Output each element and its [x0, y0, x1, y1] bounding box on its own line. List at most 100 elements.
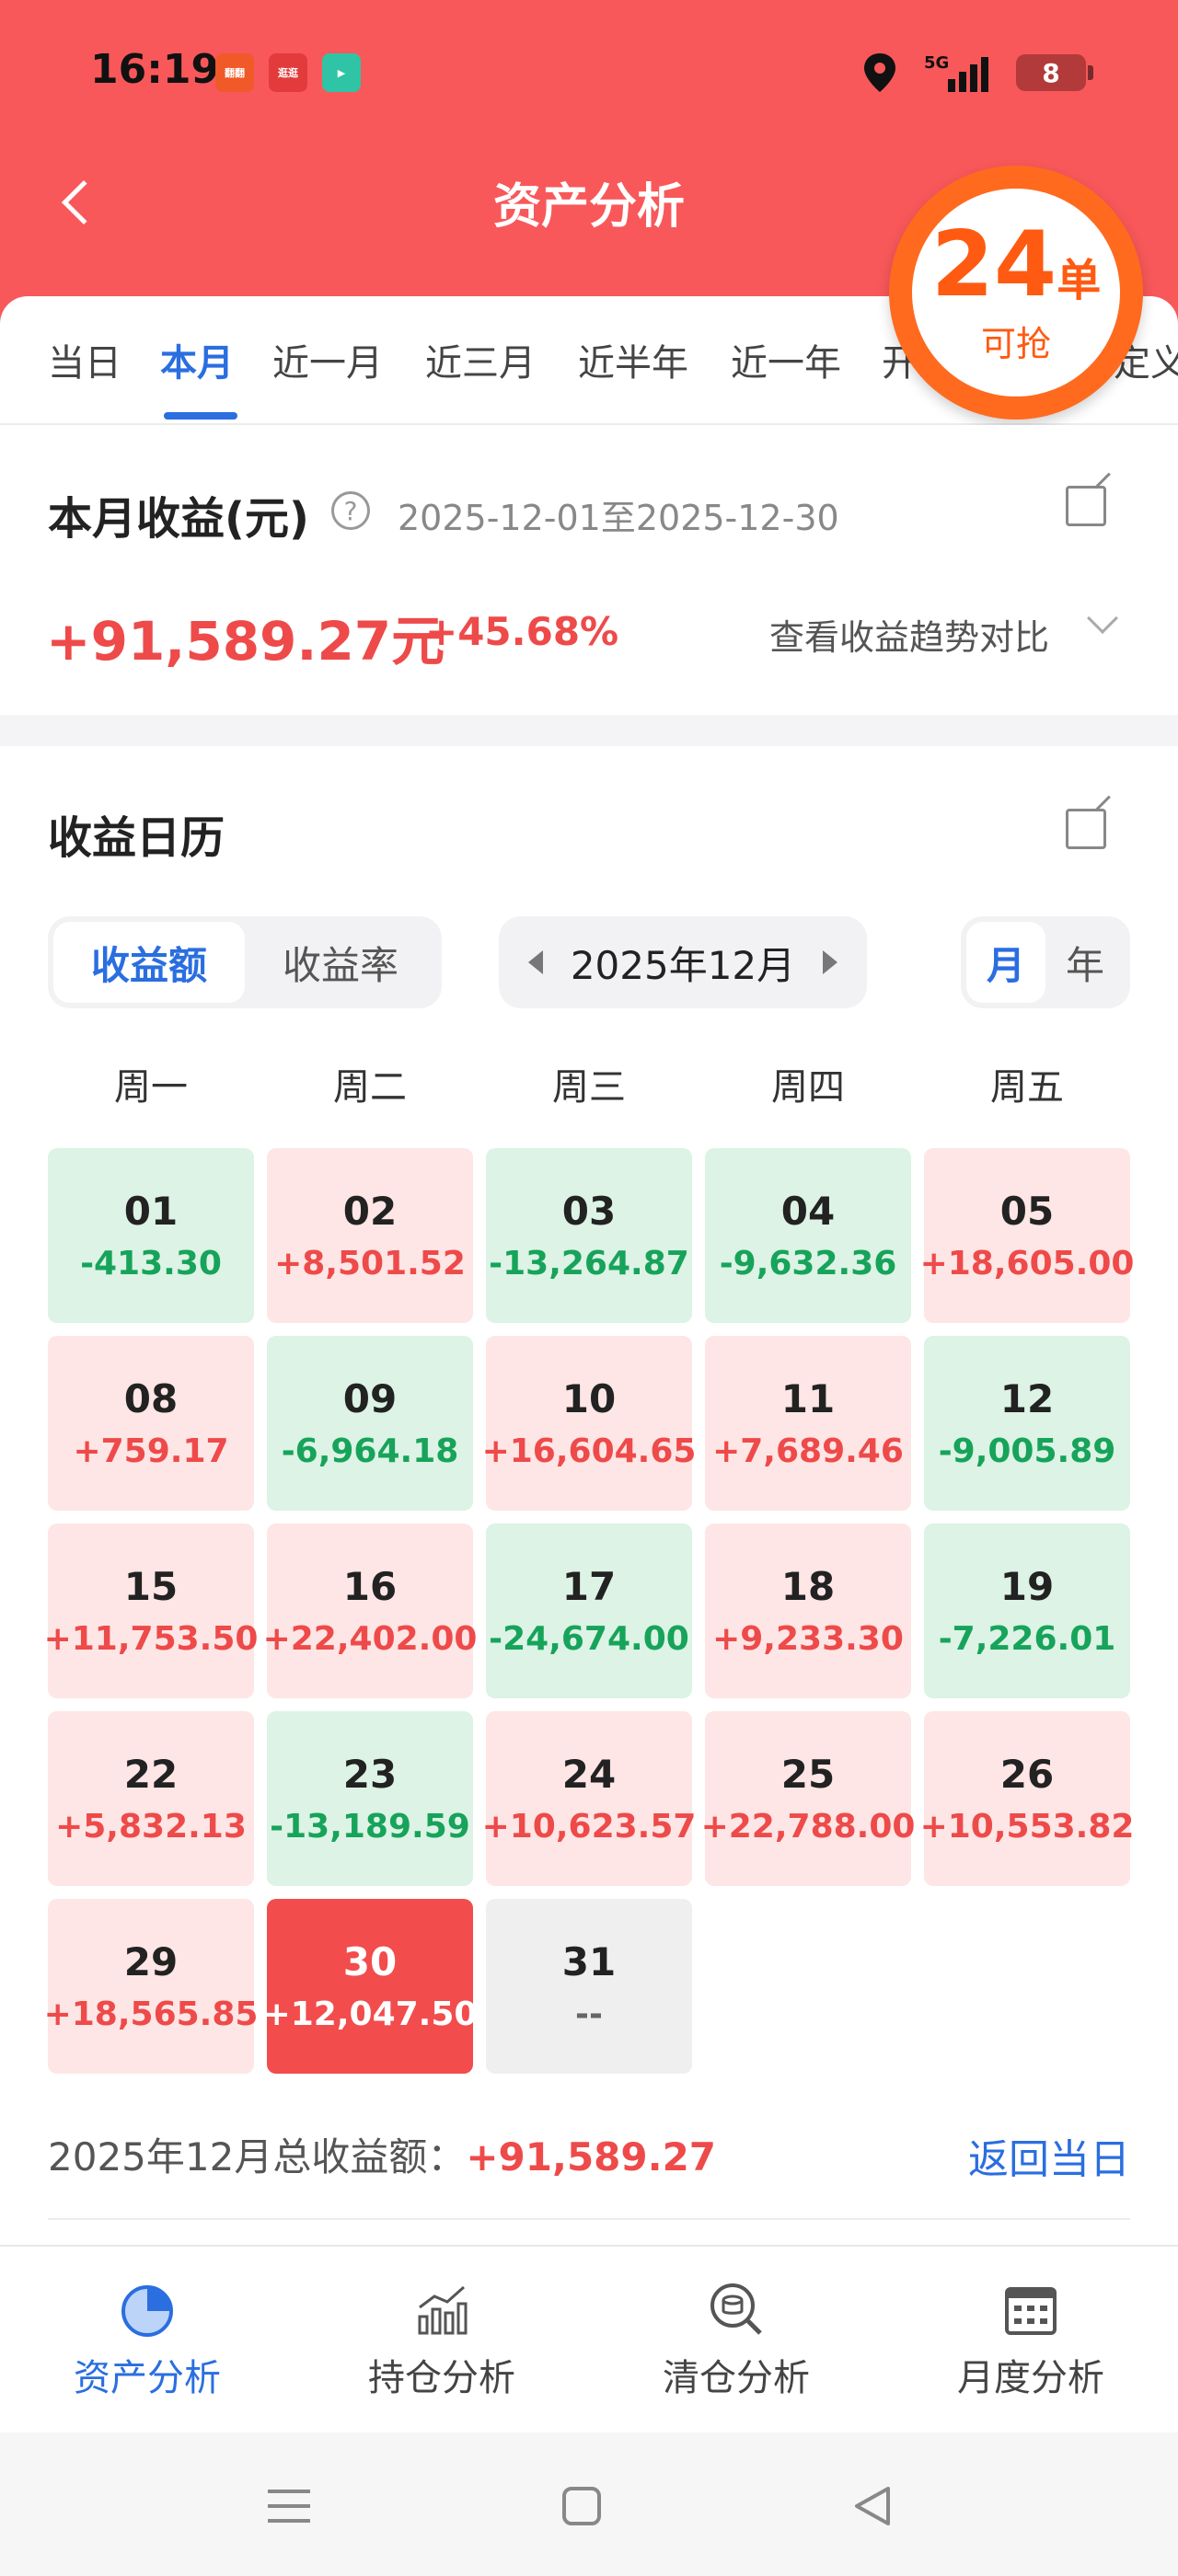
calendar-day-number: 23 — [342, 1752, 398, 1797]
period-toggle-option[interactable]: 年 — [1045, 922, 1125, 1003]
section-divider — [0, 715, 1178, 746]
calendar-day-number: 11 — [780, 1376, 836, 1421]
promo-label: 可抢 — [980, 323, 1051, 364]
calendar-icon — [1001, 2280, 1060, 2339]
calendar-day-value: -9,632.36 — [719, 1245, 897, 1282]
weekday-header: 周五 — [990, 1066, 1064, 1109]
calendar-day-value: +8,501.52 — [274, 1245, 466, 1282]
status-time: 16:19 — [90, 46, 220, 93]
promo-badge[interactable]: 24单 可抢 — [889, 166, 1143, 420]
calendar-day-cell[interactable]: 17 -24,674.00 — [486, 1524, 692, 1698]
tab-period[interactable]: 本月 — [160, 333, 234, 386]
bottom-nav-item[interactable]: 月度分析 — [884, 2247, 1178, 2434]
bottom-nav-label: 资产分析 — [74, 2357, 221, 2399]
calendar-day-cell[interactable]: 08 +759.17 — [48, 1336, 254, 1511]
month-total-label: 2025年12月总收益额： — [48, 2134, 467, 2179]
calendar-day-cell[interactable]: 26 +10,553.82 — [920, 1711, 1134, 1886]
calendar-day-cell[interactable]: 03 -13,264.87 — [486, 1148, 692, 1323]
calendar-day-number: 31 — [561, 1939, 617, 1984]
calendar-day-value: +10,623.57 — [481, 1808, 697, 1846]
promo-count-unit: 单 — [1057, 254, 1102, 306]
battery-indicator: 8 — [1016, 54, 1093, 91]
prev-month-icon[interactable] — [528, 950, 543, 974]
tab-period[interactable]: 近一年 — [731, 333, 841, 386]
bottom-nav-label: 月度分析 — [957, 2357, 1104, 2399]
tab-period[interactable]: 近三月 — [425, 333, 536, 386]
status-bar: 16:19 翻翻 逛逛 ▶ 5G 8 — [0, 0, 1178, 147]
calendar-day-cell[interactable]: 22 +5,832.13 — [48, 1711, 254, 1886]
calendar-day-value: +11,753.50 — [43, 1620, 259, 1658]
calendar-day-cell[interactable]: 01 -413.30 — [48, 1148, 254, 1323]
weekday-header: 周一 — [114, 1066, 188, 1109]
calendar-day-cell[interactable]: 23 -13,189.59 — [267, 1711, 473, 1886]
calendar-day-cell[interactable]: 15 +11,753.50 — [44, 1524, 258, 1698]
summary-amount: +91,589.27元 — [46, 610, 445, 673]
bottom-nav-item[interactable]: 清仓分析 — [589, 2247, 884, 2434]
calendar-day-value: +7,689.46 — [712, 1432, 904, 1470]
calendar-day-cell[interactable]: 19 -7,226.01 — [924, 1524, 1130, 1698]
bottom-nav-item[interactable]: 资产分析 — [0, 2247, 294, 2434]
calendar-day-number: 17 — [561, 1564, 617, 1609]
calendar-day-value: -6,964.18 — [281, 1432, 459, 1470]
bottom-nav-label: 持仓分析 — [368, 2357, 515, 2399]
calendar-day-cell[interactable]: 05 +18,605.00 — [920, 1148, 1134, 1323]
calendar-day-cell[interactable]: 09 -6,964.18 — [267, 1336, 473, 1511]
back-to-today-link[interactable]: 返回当日 — [968, 2126, 1130, 2185]
mini-app-icon: 翻翻 — [215, 53, 254, 92]
next-month-icon[interactable] — [823, 950, 837, 974]
mini-app-icon: 逛逛 — [269, 53, 307, 92]
earnings-calendar: 收益日历 收益额 收益率 2025年12月 月年 周一 周二 周三 周四 周五 01 -41… — [0, 746, 1178, 2246]
share-icon[interactable] — [1066, 486, 1106, 526]
calendar-day-number: 29 — [123, 1939, 179, 1984]
chevron-down-icon[interactable] — [1087, 603, 1118, 634]
help-icon[interactable]: ? — [331, 491, 370, 530]
trend-compare-link[interactable]: 查看收益趋势对比 — [769, 609, 1049, 660]
calendar-day-value: -- — [575, 1995, 603, 2033]
system-nav-bar — [0, 2432, 1178, 2576]
summary-date-range: 2025-12-01至2025-12-30 — [398, 498, 839, 538]
pie-chart-icon — [118, 2280, 177, 2339]
calendar-day-cell[interactable]: 02 +8,501.52 — [267, 1148, 473, 1323]
calendar-day-number: 25 — [780, 1752, 836, 1797]
promo-badge-inner: 24单 可抢 — [912, 189, 1120, 397]
summary-percent: +45.68% — [425, 609, 619, 654]
metric-toggle-option[interactable]: 收益额 — [53, 922, 245, 1003]
bottom-nav-item[interactable]: 持仓分析 — [294, 2247, 589, 2434]
calendar-day-cell[interactable]: 16 +22,402.00 — [263, 1524, 477, 1698]
calendar-day-value: +16,604.65 — [481, 1432, 697, 1470]
calendar-day-cell[interactable]: 25 +22,788.00 — [701, 1711, 915, 1886]
location-icon — [864, 53, 895, 92]
calendar-day-number: 01 — [123, 1189, 179, 1234]
calendar-day-number: 05 — [999, 1189, 1055, 1234]
calendar-day-cell[interactable]: 11 +7,689.46 — [705, 1336, 911, 1511]
calendar-day-value: -13,189.59 — [270, 1808, 470, 1846]
calendar-day-cell[interactable]: 18 +9,233.30 — [705, 1524, 911, 1698]
calendar-day-cell[interactable]: 30 +12,047.50 — [263, 1899, 477, 2074]
calendar-day-cell[interactable]: 29 +18,565.85 — [44, 1899, 258, 2074]
calendar-day-number: 16 — [342, 1564, 398, 1609]
calendar-day-value: +10,553.82 — [919, 1808, 1135, 1846]
back-triangle-icon[interactable] — [845, 2478, 900, 2534]
menu-icon[interactable] — [261, 2478, 317, 2534]
metric-toggle: 收益额 收益率 — [48, 916, 442, 1008]
tab-period[interactable]: 近一月 — [272, 333, 383, 386]
bottom-nav: 资产分析 持仓分析 清仓分析 月度分析 — [0, 2245, 1178, 2432]
calendar-day-number: 02 — [342, 1189, 398, 1234]
calendar-day-cell[interactable]: 24 +10,623.57 — [482, 1711, 696, 1886]
calendar-day-value: -9,005.89 — [938, 1432, 1116, 1470]
divider — [48, 2218, 1130, 2220]
calendar-day-number: 15 — [123, 1564, 179, 1609]
period-toggle-option[interactable]: 月 — [966, 922, 1045, 1003]
calendar-day-cell[interactable]: 31 -- — [486, 1899, 692, 2074]
calendar-day-value: +759.17 — [73, 1432, 229, 1470]
calendar-day-cell[interactable]: 04 -9,632.36 — [705, 1148, 911, 1323]
calendar-day-cell[interactable]: 12 -9,005.89 — [924, 1336, 1130, 1511]
calendar-day-cell[interactable]: 10 +16,604.65 — [482, 1336, 696, 1511]
tab-period[interactable]: 当日 — [48, 333, 121, 386]
tab-period[interactable]: 近半年 — [578, 333, 688, 386]
calendar-day-value: +12,047.50 — [262, 1995, 478, 2033]
home-icon[interactable] — [554, 2478, 609, 2534]
calendar-share-icon[interactable] — [1066, 809, 1106, 849]
metric-toggle-option[interactable]: 收益率 — [245, 922, 436, 1003]
current-month[interactable]: 2025年12月 — [571, 935, 795, 991]
